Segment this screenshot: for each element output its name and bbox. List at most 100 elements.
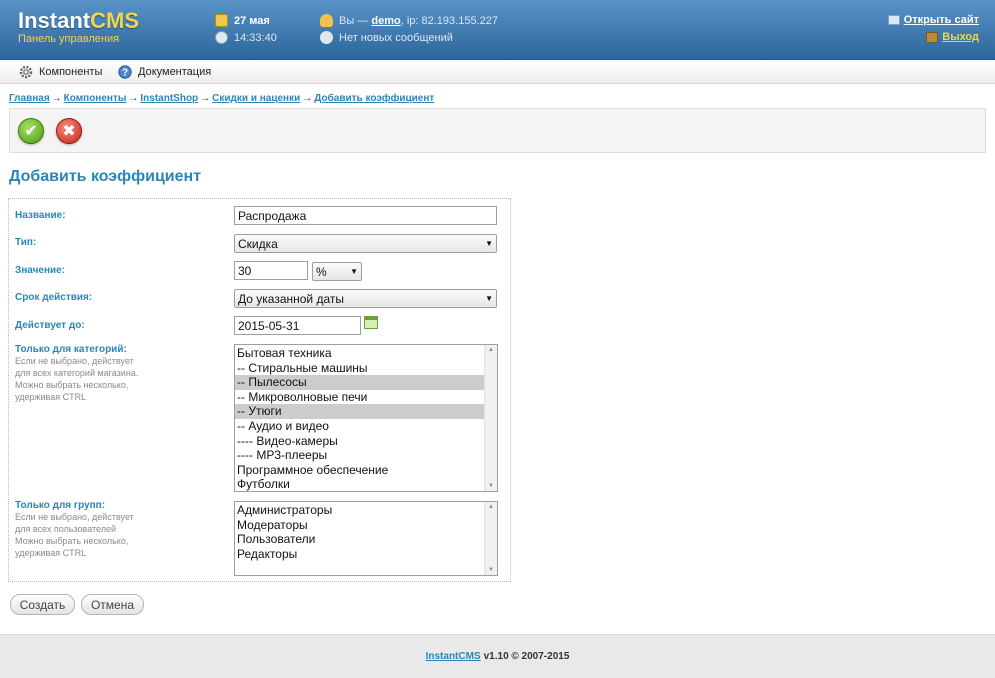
user-ip: , ip: 82.193.155.227 [400, 14, 498, 27]
page-title: Добавить коэффициент [9, 168, 202, 185]
open-site-label[interactable]: Открыть сайт [904, 14, 979, 26]
svg-text:?: ? [122, 68, 128, 79]
categories-scrollbar[interactable]: ▲ ▼ [484, 345, 497, 491]
cancel-toolbar-button[interactable]: ✖ [56, 118, 82, 144]
chevron-down-icon: ▼ [485, 294, 493, 303]
close-icon: ✖ [62, 123, 76, 140]
cancel-button[interactable]: Отмена [81, 594, 144, 615]
categories-label: Только для категорий: [15, 344, 127, 355]
category-option[interactable]: Футболки [235, 477, 484, 491]
cancel-button-label: Отмена [90, 597, 135, 612]
main-menu: Компоненты ? Документация [0, 60, 995, 84]
time-text: 14:33:40 [234, 31, 277, 44]
date-text: 27 мая [234, 14, 270, 27]
unit-select-value: % [316, 264, 327, 279]
footer-link[interactable]: InstantCMS [426, 651, 481, 662]
name-input-value: Распродажа [238, 208, 307, 223]
category-option[interactable]: ---- Видео-камеры [235, 434, 484, 449]
menu-item-docs[interactable]: ? Документация [118, 65, 211, 79]
group-option[interactable]: Редакторы [235, 547, 484, 562]
scroll-down-icon[interactable]: ▼ [485, 483, 497, 489]
logo-subtitle: Панель управления [18, 33, 120, 45]
value-input[interactable]: 30 [234, 261, 308, 280]
breadcrumb-home[interactable]: Главная [9, 93, 50, 104]
logo[interactable]: InstantCMS Панель управления [18, 8, 139, 45]
calendar-icon[interactable] [364, 316, 378, 329]
user-prefix: Вы — [339, 14, 369, 27]
groups-hint: Если не выбрано, действует для всех поль… [15, 512, 134, 558]
period-label: Срок действия: [15, 292, 93, 303]
groups-listbox[interactable]: Администраторы Модераторы Пользователи Реда… [234, 501, 498, 576]
unit-select[interactable]: % ▼ [312, 262, 362, 281]
logout-icon [926, 31, 939, 43]
category-option[interactable]: -- Пылесосы [235, 375, 484, 390]
coefficient-form: Название: Распродажа Тип: Скидка ▼ Значен… [8, 198, 511, 582]
group-option[interactable]: Модераторы [235, 518, 484, 533]
logo-accent: CMS [90, 8, 140, 33]
menu-item-components[interactable]: Компоненты [19, 65, 102, 79]
name-input[interactable]: Распродажа [234, 206, 497, 225]
category-option[interactable]: -- Стиральные машины [235, 361, 484, 376]
category-option[interactable]: Бытовая техника [235, 346, 484, 361]
user-name-link[interactable]: demo [371, 15, 400, 27]
chevron-down-icon: ▼ [485, 239, 493, 248]
category-option[interactable]: ---- MP3-плееры [235, 448, 484, 463]
save-button[interactable]: ✔ [18, 118, 44, 144]
value-input-value: 30 [238, 263, 252, 278]
type-label: Тип: [15, 237, 37, 248]
messages-text: Нет новых сообщений [339, 31, 453, 44]
top-header: InstantCMS Панель управления 27 мая 14:3… [0, 0, 995, 60]
clock-icon [215, 31, 228, 44]
until-label: Действует до: [15, 320, 85, 331]
categories-listbox[interactable]: Бытовая техника -- Стиральные машины -- Пы… [234, 344, 498, 492]
messages-info: Нет новых сообщений [320, 31, 453, 44]
breadcrumb-components[interactable]: Компоненты [64, 93, 127, 104]
external-link-icon [887, 15, 900, 25]
calendar-icon [215, 14, 228, 27]
type-select[interactable]: Скидка ▼ [234, 234, 497, 253]
time-display: 14:33:40 [215, 31, 277, 44]
menu-docs-label: Документация [138, 66, 212, 78]
group-option[interactable]: Пользователи [235, 532, 484, 547]
help-icon: ? [118, 65, 132, 79]
category-option[interactable]: -- Утюги [235, 404, 484, 419]
menu-components-label: Компоненты [39, 66, 103, 78]
breadcrumb-discounts[interactable]: Скидки и наценки [212, 93, 300, 104]
until-date-input[interactable]: 2015-05-31 [234, 316, 361, 335]
speech-bubble-icon [320, 31, 333, 44]
breadcrumb-add-coefficient[interactable]: Добавить коэффициент [314, 93, 434, 104]
groups-scrollbar[interactable]: ▲ ▼ [484, 502, 497, 575]
category-option[interactable]: -- Аудио и видео [235, 419, 484, 434]
action-toolbar: ✔ ✖ [9, 108, 986, 153]
breadcrumb-instantshop[interactable]: InstantShop [140, 93, 198, 104]
open-site-link[interactable]: Открыть сайт [887, 14, 979, 26]
logo-main: Instant [18, 8, 91, 33]
scroll-up-icon[interactable]: ▲ [485, 347, 497, 353]
chevron-down-icon: ▼ [350, 267, 358, 276]
date-display: 27 мая [215, 14, 270, 27]
period-select[interactable]: До указанной даты ▼ [234, 289, 497, 308]
footer: InstantCMS v1.10 © 2007-2015 [0, 634, 995, 678]
footer-copyright: v1.10 © 2007-2015 [483, 651, 570, 662]
create-button[interactable]: Создать [10, 594, 75, 615]
until-date-value: 2015-05-31 [238, 318, 300, 333]
scroll-down-icon[interactable]: ▼ [485, 567, 497, 573]
logout-link[interactable]: Выход [926, 31, 979, 43]
category-option[interactable]: -- Микроволновые печи [235, 390, 484, 405]
value-label: Значение: [15, 265, 66, 276]
gear-icon [19, 65, 33, 79]
category-option[interactable]: Программное обеспечение [235, 463, 484, 478]
name-label: Название: [15, 210, 66, 221]
create-button-label: Создать [19, 597, 66, 612]
groups-label: Только для групп: [15, 500, 106, 511]
user-info: Вы — demo, ip: 82.193.155.227 [320, 14, 498, 27]
breadcrumb: Главная → Компоненты → InstantShop → Скидки и … [9, 93, 435, 104]
user-icon [320, 14, 333, 27]
logout-label[interactable]: Выход [942, 31, 979, 43]
period-select-value: До указанной даты [238, 291, 344, 306]
scroll-up-icon[interactable]: ▲ [485, 504, 497, 510]
type-select-value: Скидка [238, 236, 278, 251]
categories-hint: Если не выбрано, действует для всех кате… [15, 356, 139, 402]
checkmark-icon: ✔ [24, 123, 38, 140]
group-option[interactable]: Администраторы [235, 503, 484, 518]
